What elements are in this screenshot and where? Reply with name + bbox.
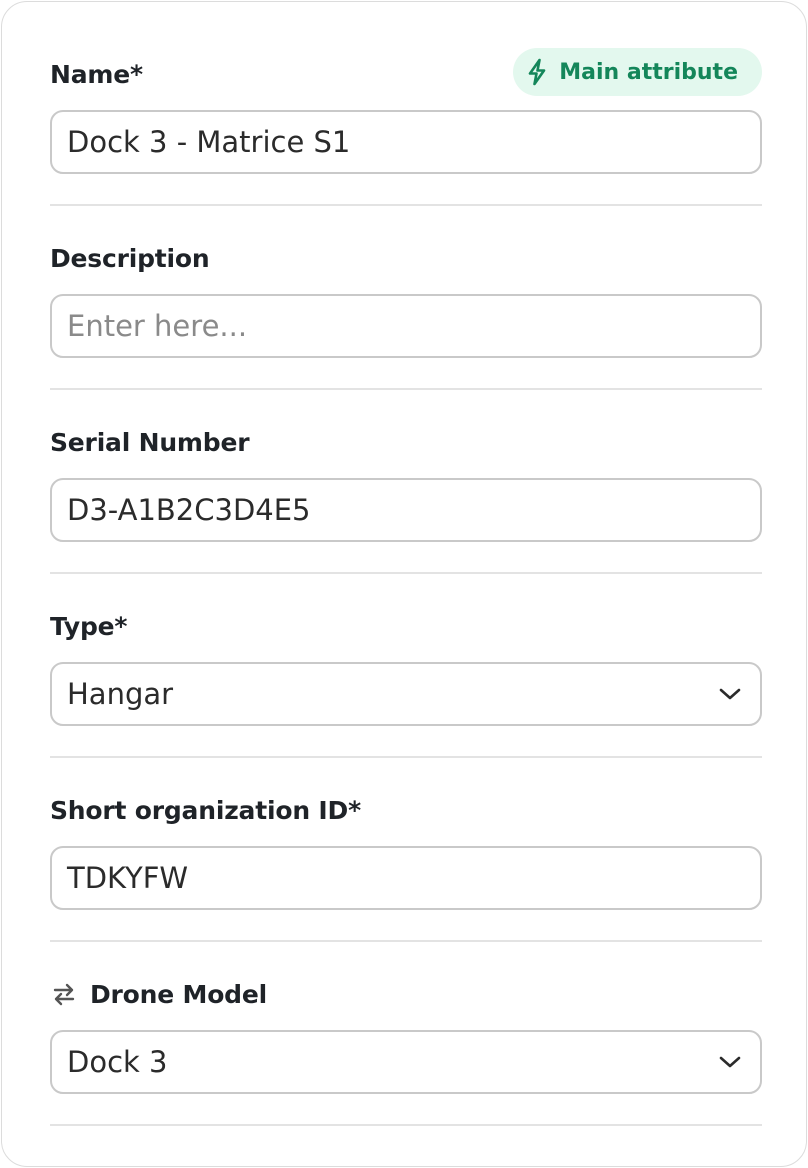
serial-number-label-row: Serial Number xyxy=(50,422,762,462)
name-label: Name* xyxy=(50,59,143,89)
attributes-form-card: Name* Main attribute Dock 3 - Matrice S1… xyxy=(1,1,807,1167)
description-field: Description Enter here... xyxy=(50,238,762,422)
description-label-row: Description xyxy=(50,238,762,278)
serial-number-input[interactable]: D3-A1B2C3D4E5 xyxy=(50,478,762,542)
divider xyxy=(50,388,762,390)
description-placeholder: Enter here... xyxy=(67,309,248,343)
drone-model-label: Drone Model xyxy=(90,979,267,1009)
type-select[interactable]: Hangar xyxy=(50,662,762,726)
short-org-id-label: Short organization ID* xyxy=(50,795,361,825)
description-label: Description xyxy=(50,243,210,273)
serial-number-value: D3-A1B2C3D4E5 xyxy=(67,493,311,527)
serial-number-label: Serial Number xyxy=(50,427,250,457)
chevron-down-icon xyxy=(718,1054,746,1070)
swap-arrows-icon xyxy=(50,980,90,1008)
chevron-down-icon xyxy=(718,686,746,702)
name-input-value: Dock 3 - Matrice S1 xyxy=(67,125,351,159)
divider xyxy=(50,204,762,206)
serial-number-field: Serial Number D3-A1B2C3D4E5 xyxy=(50,422,762,606)
type-field: Type* Hangar xyxy=(50,606,762,790)
main-attribute-label: Main attribute xyxy=(559,59,738,85)
short-org-id-value: TDKYFW xyxy=(67,861,189,895)
drone-model-select[interactable]: Dock 3 xyxy=(50,1030,762,1094)
lightning-bolt-icon xyxy=(527,58,547,86)
description-input[interactable]: Enter here... xyxy=(50,294,762,358)
drone-model-field: Drone Model Dock 3 xyxy=(50,974,762,1158)
name-field: Name* Main attribute Dock 3 - Matrice S1 xyxy=(50,48,762,238)
type-selected-value: Hangar xyxy=(67,677,174,711)
short-org-id-input[interactable]: TDKYFW xyxy=(50,846,762,910)
drone-model-label-row: Drone Model xyxy=(50,974,762,1014)
short-org-id-field: Short organization ID* TDKYFW xyxy=(50,790,762,974)
name-input[interactable]: Dock 3 - Matrice S1 xyxy=(50,110,762,174)
type-label: Type* xyxy=(50,611,128,641)
short-org-id-label-row: Short organization ID* xyxy=(50,790,762,830)
divider xyxy=(50,940,762,942)
divider xyxy=(50,1124,762,1126)
main-attribute-badge: Main attribute xyxy=(513,48,762,96)
divider xyxy=(50,572,762,574)
drone-model-selected-value: Dock 3 xyxy=(67,1045,168,1079)
type-label-row: Type* xyxy=(50,606,762,646)
divider xyxy=(50,756,762,758)
